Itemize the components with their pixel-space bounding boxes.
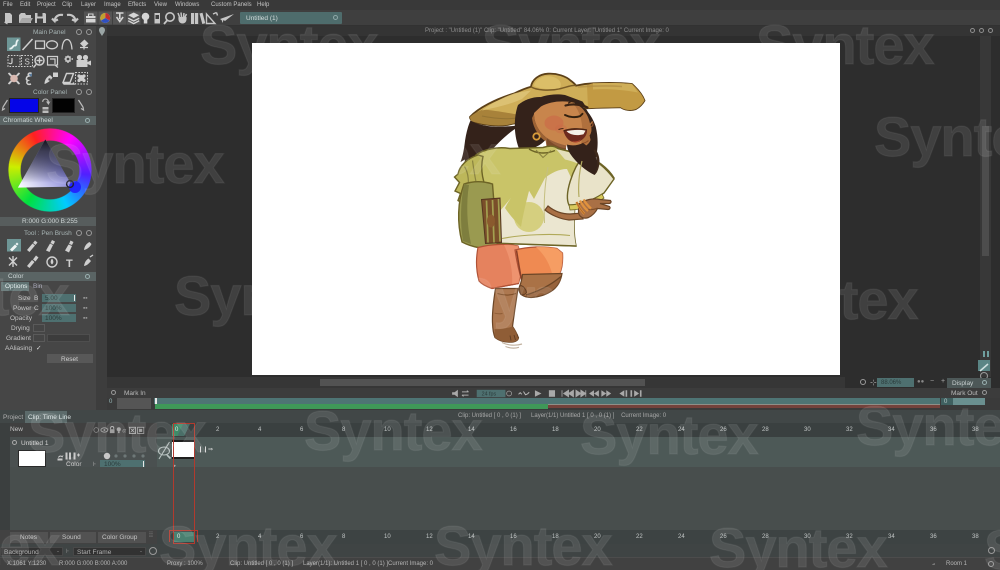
svg-text:S: S <box>25 58 30 67</box>
svg-text:24 fps: 24 fps <box>482 392 497 398</box>
svg-text:α: α <box>122 427 126 435</box>
svg-text:T: T <box>66 258 73 270</box>
